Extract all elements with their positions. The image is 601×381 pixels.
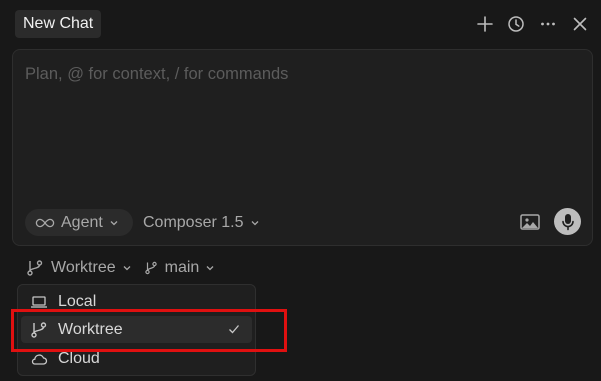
branch-fork-icon bbox=[31, 321, 47, 338]
plus-icon[interactable] bbox=[473, 12, 497, 36]
more-icon[interactable] bbox=[536, 12, 560, 36]
tab-new-chat[interactable]: New Chat bbox=[15, 10, 102, 38]
menu-item-worktree[interactable]: Worktree bbox=[21, 316, 252, 343]
history-icon[interactable] bbox=[504, 12, 528, 36]
cloud-icon bbox=[31, 353, 48, 365]
mode-selector[interactable]: Agent bbox=[25, 209, 133, 236]
branch-fork-icon bbox=[27, 260, 43, 276]
chat-header: New Chat bbox=[0, 0, 601, 48]
checkmark-icon bbox=[229, 325, 239, 334]
chevron-down-icon bbox=[251, 220, 258, 225]
infinity-icon bbox=[35, 218, 55, 227]
laptop-icon bbox=[31, 295, 47, 308]
chevron-down-icon bbox=[123, 266, 131, 271]
microphone-icon bbox=[561, 213, 574, 230]
branch-selector[interactable]: main bbox=[144, 259, 216, 277]
chevron-down-icon bbox=[110, 220, 118, 225]
menu-item-label: Local bbox=[58, 292, 97, 310]
chevron-down-icon bbox=[206, 266, 214, 271]
environment-label: Worktree bbox=[51, 259, 116, 276]
menu-item-label: Cloud bbox=[58, 349, 100, 367]
environment-selector[interactable]: Worktree bbox=[26, 259, 132, 277]
menu-item-cloud[interactable]: Cloud bbox=[21, 345, 252, 372]
microphone-button[interactable] bbox=[554, 208, 581, 235]
mode-label: Agent bbox=[61, 213, 103, 231]
close-icon[interactable] bbox=[568, 12, 592, 36]
image-icon[interactable] bbox=[519, 212, 541, 232]
model-label: Composer 1.5 bbox=[143, 213, 244, 231]
menu-item-label: Worktree bbox=[58, 320, 123, 338]
workspace-row: Worktree main bbox=[26, 256, 215, 280]
environment-menu: Local Worktree Cloud bbox=[17, 284, 256, 376]
model-selector[interactable]: Composer 1.5 bbox=[141, 209, 260, 236]
menu-item-local[interactable]: Local bbox=[21, 288, 252, 315]
prompt-input[interactable] bbox=[25, 62, 575, 86]
composer-box: Agent Composer 1.5 bbox=[12, 49, 593, 246]
branch-label: main bbox=[164, 259, 200, 276]
git-branch-icon bbox=[144, 261, 157, 275]
